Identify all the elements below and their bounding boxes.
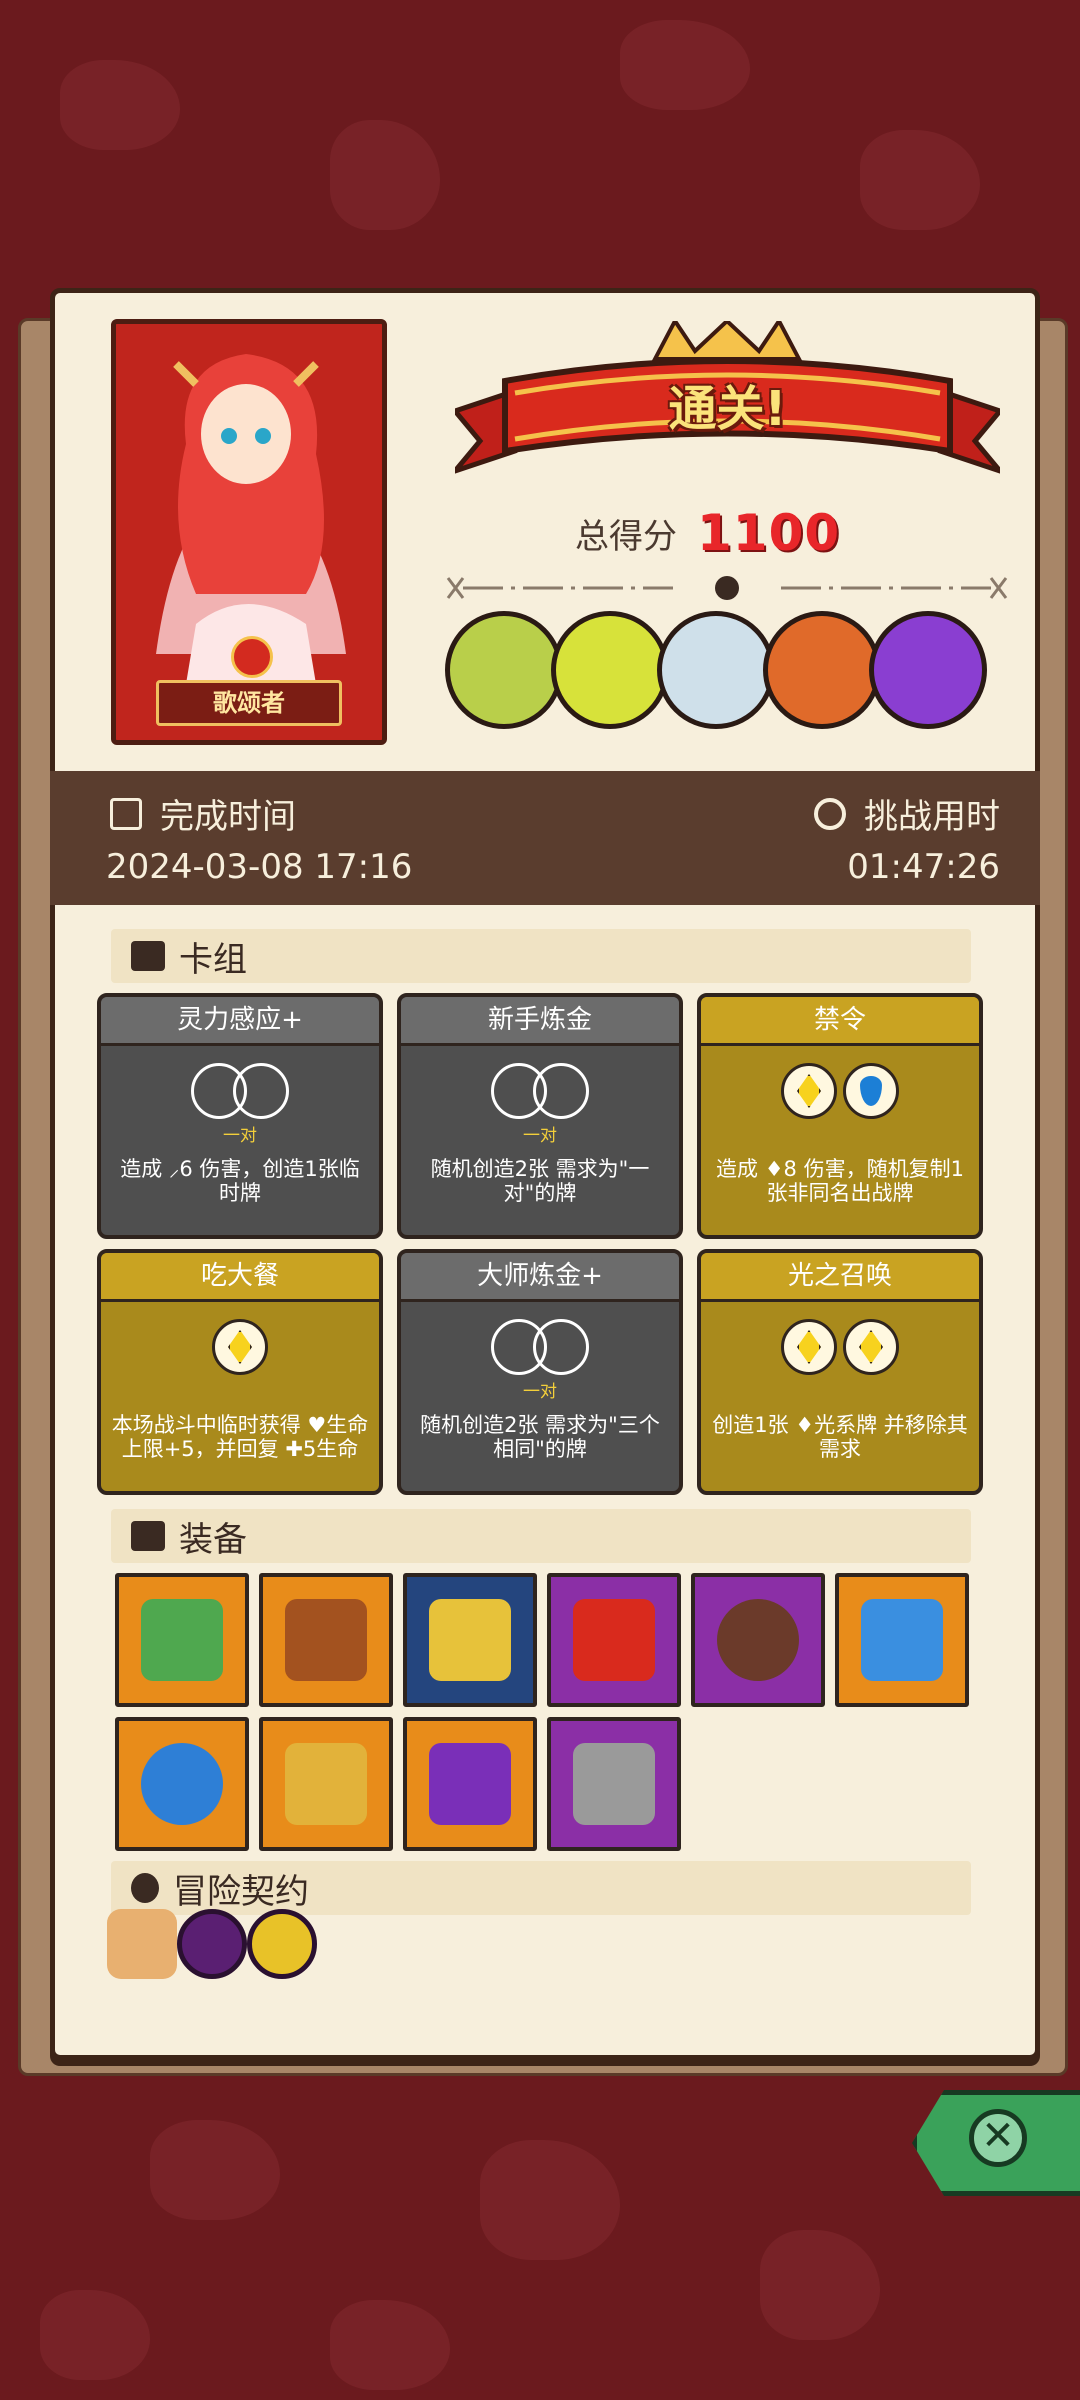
card-requirement: 一对: [223, 1126, 257, 1146]
blue-spiked-orb-icon[interactable]: [115, 1717, 249, 1851]
defeated-bosses: [445, 611, 987, 729]
person-icon: [131, 1873, 159, 1903]
card-cost: [401, 1319, 679, 1375]
card-description: 创造1张 ♦光系牌 并移除其需求: [712, 1413, 968, 1461]
deck-card[interactable]: 禁令 造成 ♦8 伤害，随机复制1张非同名出战牌: [697, 993, 983, 1239]
score-value: 1100: [697, 504, 841, 562]
result-panel: 歌颂者 通关! 总得分 1100 完成时间 2024-03-08 17:16 挑…: [50, 288, 1040, 2060]
card-description: 本场战斗中临时获得 ♥生命上限+5，并回复 ✚5生命: [111, 1413, 369, 1461]
hero-card[interactable]: 歌颂者: [111, 319, 387, 745]
card-description: 造成 ♦8 伤害，随机复制1张非同名出战牌: [716, 1157, 964, 1205]
finish-time-label: 完成时间: [160, 797, 296, 837]
empty-slot-icon: [533, 1319, 589, 1375]
light-gem-icon: [781, 1063, 837, 1119]
card-description: 造成 ⸝6 伤害，创造1张临时牌: [120, 1157, 360, 1205]
purple-hood-icon[interactable]: [403, 1717, 537, 1851]
empty-slot-icon: [233, 1063, 289, 1119]
equipment-title: 装备: [179, 1519, 247, 1560]
victory-banner: 通关!: [447, 317, 1008, 501]
hero-medal-icon: [231, 636, 273, 678]
deck-card[interactable]: 大师炼金+ 一对 随机创造2张 需求为"三个相同"的牌: [397, 1249, 683, 1495]
close-button[interactable]: ✕: [912, 2090, 1080, 2196]
stopwatch-icon: [814, 797, 846, 830]
score-label: 总得分: [575, 516, 677, 557]
finish-time-value: 2024-03-08 17:16: [106, 847, 413, 887]
card-title: 大师炼金+: [401, 1253, 679, 1302]
card-title: 光之召唤: [701, 1253, 979, 1302]
red-horned-demon-boss-icon: [551, 611, 669, 729]
card-title: 禁令: [701, 997, 979, 1046]
cube-icon: [131, 1521, 165, 1551]
red-gauntlet-icon[interactable]: [547, 1573, 681, 1707]
deck-card[interactable]: 灵力感应+ 一对 造成 ⸝6 伤害，创造1张临时牌: [97, 993, 383, 1239]
equipment-section-header: 装备: [111, 1509, 971, 1563]
card-title: 新手炼金: [401, 997, 679, 1046]
card-requirement: 一对: [523, 1382, 557, 1402]
green-tablet-icon[interactable]: [115, 1573, 249, 1707]
light-gem-icon: [781, 1319, 837, 1375]
ornament-divider: [446, 576, 1008, 600]
challenge-time-label: 挑战用时: [864, 797, 1000, 837]
water-gem-icon: [843, 1063, 899, 1119]
card-cost: [701, 1319, 979, 1375]
deck-title: 卡组: [179, 939, 247, 980]
brown-button-icon[interactable]: [691, 1573, 825, 1707]
card-cost: [101, 1319, 379, 1375]
challenge-time-value: 01:47:26: [847, 847, 1000, 887]
red-masked-warrior-boss-icon: [763, 611, 881, 729]
deck-card[interactable]: 新手炼金 一对 随机创造2张 需求为"一对"的牌: [397, 993, 683, 1239]
card-requirement: 一对: [523, 1126, 557, 1146]
card-description: 随机创造2张 需求为"三个相同"的牌: [420, 1413, 660, 1461]
time-info-band: 完成时间 2024-03-08 17:16 挑战用时 01:47:26: [50, 771, 1040, 905]
calendar-icon: [110, 797, 142, 830]
cards-icon: [131, 941, 165, 971]
green-skull-boss-icon: [445, 611, 563, 729]
card-description: 随机创造2张 需求为"一对"的牌: [430, 1157, 650, 1205]
card-title: 吃大餐: [101, 1253, 379, 1302]
gold-helmet-icon[interactable]: [403, 1573, 537, 1707]
contract-title: 冒险契约: [173, 1871, 309, 1912]
deck-section-header: 卡组: [111, 929, 971, 983]
scroll-icon[interactable]: [107, 1909, 177, 1979]
flame-wood-icon[interactable]: [259, 1573, 393, 1707]
deck-card[interactable]: 光之召唤 创造1张 ♦光系牌 并移除其需求: [697, 1249, 983, 1495]
close-icon: ✕: [969, 2109, 1027, 2167]
spotted-beast-boss-icon: [657, 611, 775, 729]
contract-section-header: 冒险契约: [111, 1861, 971, 1915]
light-gem-icon: [212, 1319, 268, 1375]
lion-ring-icon[interactable]: [259, 1717, 393, 1851]
stone-cube-icon[interactable]: [547, 1717, 681, 1851]
card-cost: [401, 1063, 679, 1119]
card-cost: [101, 1063, 379, 1119]
card-cost: [701, 1063, 979, 1119]
card-title: 灵力感应+: [101, 997, 379, 1046]
light-gem-icon: [843, 1319, 899, 1375]
hero-name: 歌颂者: [156, 680, 342, 726]
challenge-time-label-group: 挑战用时: [814, 789, 1000, 838]
score-row: 总得分 1100: [575, 503, 840, 563]
purple-shadow-boss-icon: [869, 611, 987, 729]
gold-coin-icon[interactable]: [247, 1909, 317, 1979]
finish-time-label-group: 完成时间: [110, 789, 296, 838]
deck-card[interactable]: 吃大餐 本场战斗中临时获得 ♥生命上限+5，并回复 ✚5生命: [97, 1249, 383, 1495]
empty-slot-icon: [533, 1063, 589, 1119]
blue-slime-icon[interactable]: [835, 1573, 969, 1707]
purple-eye-coin-icon[interactable]: [177, 1909, 247, 1979]
banner-title: 通关!: [668, 381, 787, 437]
